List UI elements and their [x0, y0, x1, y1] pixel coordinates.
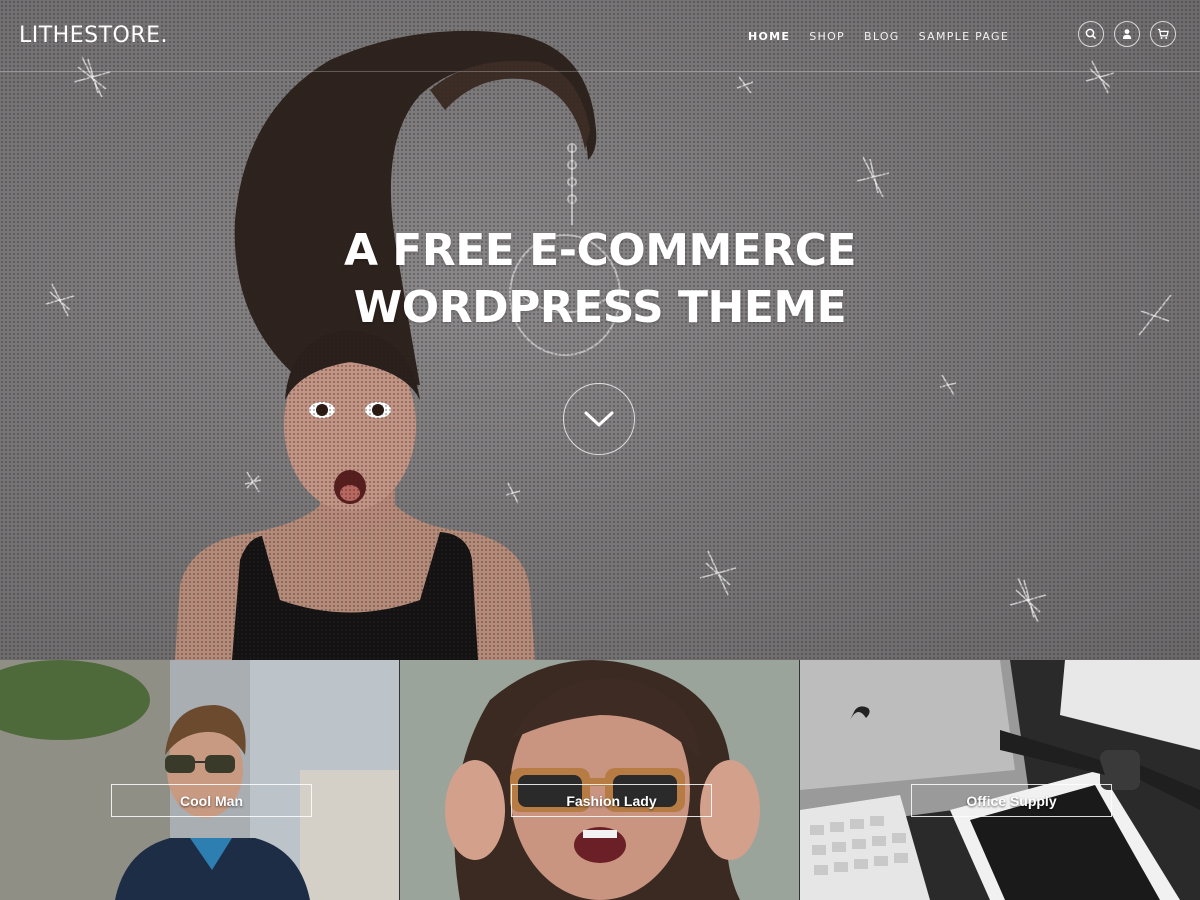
scroll-down-button[interactable] [563, 383, 635, 455]
cart-button[interactable] [1150, 21, 1176, 47]
nav-item-shop[interactable]: SHOP [809, 30, 845, 43]
category-tile-cool-man[interactable]: Cool Man [0, 660, 400, 900]
account-button[interactable] [1114, 21, 1140, 47]
category-tile-fashion-lady[interactable]: Fashion Lady [400, 660, 800, 900]
site-header: LITHESTORE. HOME SHOP BLOG SAMPLE PAGE [0, 0, 1200, 72]
hero-title: A FREE E-COMMERCE WORDPRESS THEME [0, 222, 1200, 336]
chevron-down-icon [584, 411, 614, 427]
site-logo[interactable]: LITHESTORE. [19, 23, 168, 48]
hero-title-line-2: WORDPRESS THEME [353, 282, 847, 333]
nav-item-home[interactable]: HOME [748, 30, 790, 43]
category-label-cool-man[interactable]: Cool Man [111, 784, 312, 817]
user-icon [1122, 29, 1132, 39]
main-nav: HOME SHOP BLOG SAMPLE PAGE [748, 30, 1009, 43]
category-label-office-supply[interactable]: Office Supply [911, 784, 1112, 817]
hero-section: LITHESTORE. HOME SHOP BLOG SAMPLE PAGE A… [0, 0, 1200, 660]
nav-item-sample-page[interactable]: SAMPLE PAGE [919, 30, 1009, 43]
nav-item-blog[interactable]: BLOG [864, 30, 900, 43]
category-tile-office-supply[interactable]: Office Supply [800, 660, 1200, 900]
hero-title-line-1: A FREE E-COMMERCE [343, 225, 857, 276]
search-button[interactable] [1078, 21, 1104, 47]
category-image-cool-man [0, 660, 399, 900]
category-label-fashion-lady[interactable]: Fashion Lady [511, 784, 712, 817]
header-icons [1078, 21, 1176, 47]
cart-icon [1157, 28, 1169, 39]
search-icon [1085, 28, 1097, 40]
category-tiles: Cool Man Fashion Lady Office Supply [0, 660, 1200, 900]
category-image-office-supply [800, 660, 1200, 900]
category-image-fashion-lady [400, 660, 799, 900]
